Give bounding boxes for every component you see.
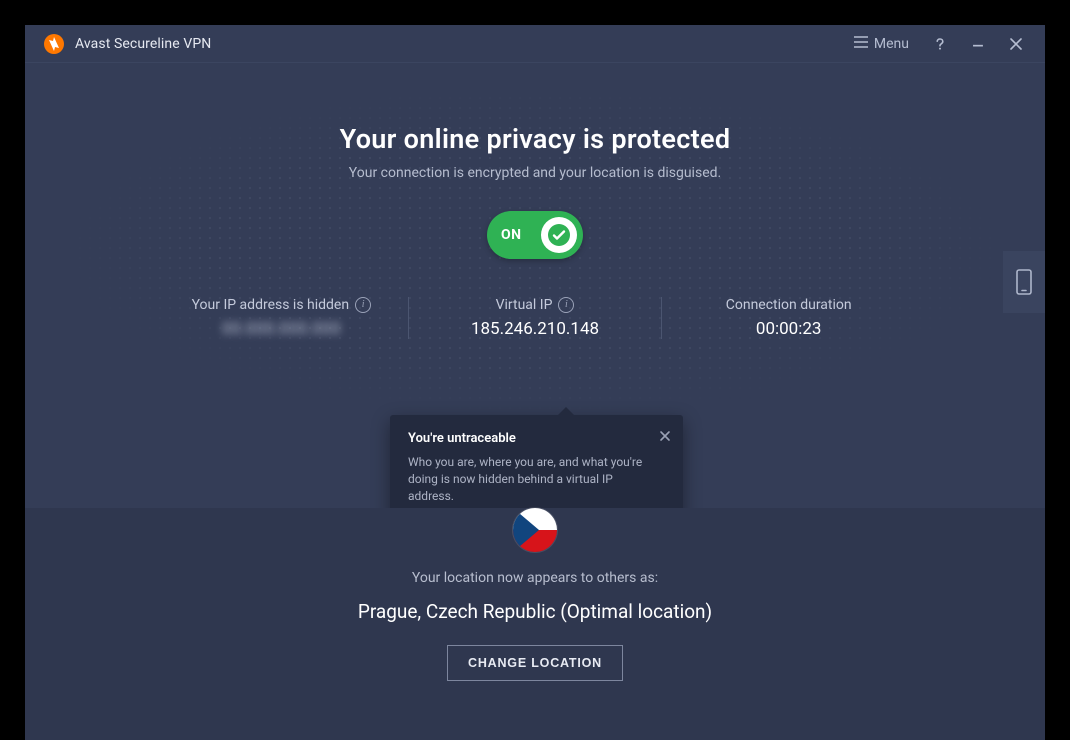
info-icon[interactable]: i bbox=[355, 297, 371, 313]
virtual-ip-label: Virtual IP bbox=[496, 297, 553, 313]
checkmark-icon bbox=[548, 224, 570, 246]
location-value: Prague, Czech Republic (Optimal location… bbox=[25, 600, 1045, 623]
duration-label: Connection duration bbox=[726, 297, 852, 313]
real-ip-value: 00.000.000.000 bbox=[175, 319, 388, 339]
hamburger-icon bbox=[854, 36, 868, 52]
duration-value: 00:00:23 bbox=[682, 319, 895, 339]
real-ip-label: Your IP address is hidden bbox=[192, 297, 350, 313]
titlebar: Avast Secureline VPN Menu _ bbox=[25, 25, 1045, 63]
vpn-toggle-knob bbox=[541, 217, 577, 253]
connection-info: Your IP address is hidden i 00.000.000.0… bbox=[155, 297, 915, 339]
status-subtitle: Your connection is encrypted and your lo… bbox=[25, 165, 1045, 181]
location-panel: Your location now appears to others as: … bbox=[25, 508, 1045, 740]
virtual-ip-tooltip: You're untraceable Who you are, where yo… bbox=[390, 415, 683, 520]
change-location-button[interactable]: CHANGE LOCATION bbox=[447, 645, 623, 681]
minimize-button[interactable]: _ bbox=[963, 24, 993, 54]
duration-column: Connection duration 00:00:23 bbox=[661, 297, 915, 339]
avast-logo-icon bbox=[43, 33, 65, 55]
country-flag-icon bbox=[513, 508, 557, 552]
tooltip-close-button[interactable] bbox=[655, 423, 675, 450]
tooltip-title: You're untraceable bbox=[408, 431, 649, 446]
vpn-toggle[interactable]: ON bbox=[487, 211, 583, 259]
vpn-toggle-label: ON bbox=[501, 227, 522, 243]
virtual-ip-value: 185.246.210.148 bbox=[429, 319, 642, 339]
real-ip-column: Your IP address is hidden i 00.000.000.0… bbox=[155, 297, 408, 339]
menu-button-label: Menu bbox=[874, 36, 909, 52]
close-icon bbox=[659, 430, 671, 442]
status-panel: Your online privacy is protected Your co… bbox=[25, 63, 1045, 478]
app-title: Avast Secureline VPN bbox=[75, 36, 211, 52]
close-button[interactable] bbox=[1001, 29, 1031, 59]
location-appears-label: Your location now appears to others as: bbox=[25, 570, 1045, 586]
status-headline: Your online privacy is protected bbox=[25, 123, 1045, 155]
smartphone-icon bbox=[1014, 268, 1034, 296]
app-window: Avast Secureline VPN Menu _ Your online … bbox=[25, 25, 1045, 710]
virtual-ip-column: Virtual IP i 185.246.210.148 bbox=[408, 297, 662, 339]
help-button[interactable] bbox=[925, 29, 955, 59]
devices-side-tab[interactable] bbox=[1003, 251, 1045, 313]
menu-button[interactable]: Menu bbox=[846, 32, 917, 56]
tooltip-body: Who you are, where you are, and what you… bbox=[408, 454, 649, 504]
info-icon[interactable]: i bbox=[558, 297, 574, 313]
